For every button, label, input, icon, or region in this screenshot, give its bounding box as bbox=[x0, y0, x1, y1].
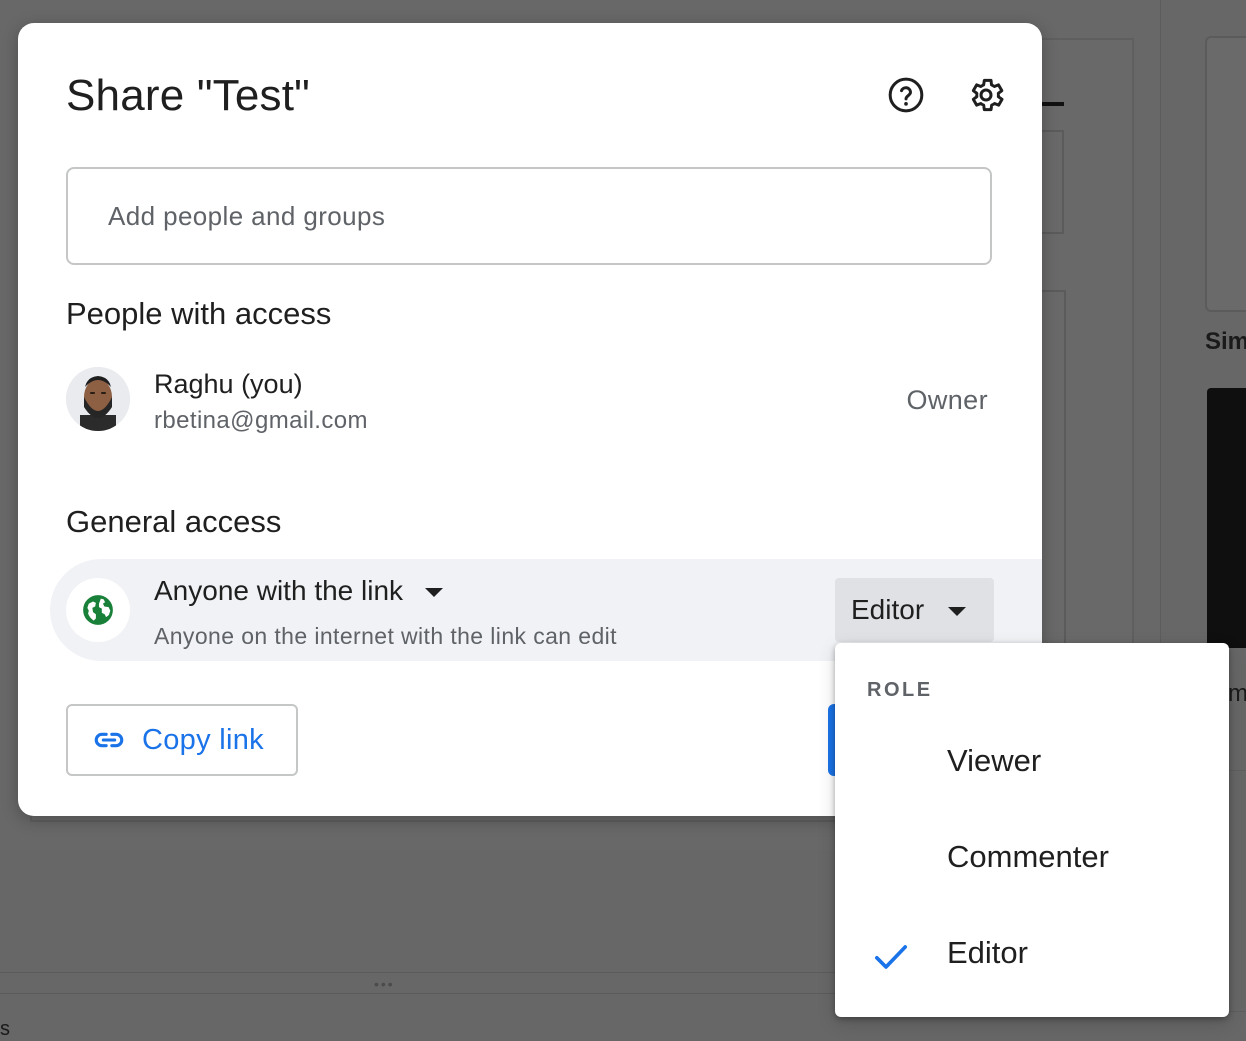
settings-button[interactable] bbox=[962, 71, 1010, 119]
background-video-thumbnail bbox=[1207, 388, 1246, 648]
background-side-label: m bbox=[1228, 680, 1246, 707]
avatar-image bbox=[66, 367, 130, 431]
general-access-heading: General access bbox=[66, 504, 282, 539]
add-people-input[interactable] bbox=[66, 167, 992, 265]
copy-link-button[interactable]: Copy link bbox=[66, 704, 298, 776]
role-menu-header: ROLE bbox=[867, 679, 933, 701]
avatar bbox=[66, 367, 130, 431]
gear-icon bbox=[971, 78, 1004, 112]
caret-down-icon bbox=[948, 606, 967, 616]
people-with-access-heading: People with access bbox=[66, 296, 332, 331]
access-role-dropdown[interactable]: Editor bbox=[835, 578, 994, 642]
person-name: Raghu (you) bbox=[154, 369, 303, 399]
role-option-label: Commenter bbox=[947, 839, 1109, 874]
background-side-card bbox=[1205, 36, 1246, 312]
link-icon bbox=[94, 732, 124, 748]
background-bottom-label: s bbox=[0, 1018, 10, 1040]
access-scope-label: Anyone with the link bbox=[154, 575, 404, 606]
help-circle-icon bbox=[888, 77, 924, 113]
copy-link-label: Copy link bbox=[142, 723, 264, 756]
person-role: Owner bbox=[906, 385, 988, 415]
background-side-label: Sim bbox=[1205, 328, 1246, 355]
role-option-commenter[interactable]: Commenter bbox=[835, 811, 1229, 907]
access-scope-dropdown[interactable]: Anyone with the link bbox=[154, 575, 444, 607]
person-email: rbetina@gmail.com bbox=[154, 407, 368, 434]
globe-icon bbox=[83, 595, 113, 625]
role-option-label: Editor bbox=[947, 935, 1028, 970]
access-role-label: Editor bbox=[851, 594, 925, 625]
role-menu: ROLE Viewer Commenter Editor bbox=[835, 643, 1229, 1017]
role-option-label: Viewer bbox=[947, 743, 1042, 778]
globe-icon-container bbox=[66, 578, 130, 642]
role-option-editor[interactable]: Editor bbox=[835, 907, 1229, 1003]
person-row: Raghu (you) rbetina@gmail.com Owner bbox=[66, 367, 992, 437]
checkmark-icon bbox=[875, 945, 907, 969]
access-description: Anyone on the internet with the link can… bbox=[154, 623, 617, 649]
help-button[interactable] bbox=[882, 71, 930, 119]
background-rule bbox=[1042, 102, 1064, 106]
dialog-title: Share "Test" bbox=[66, 71, 310, 120]
caret-down-icon bbox=[425, 587, 444, 597]
background-frame bbox=[1040, 130, 1064, 234]
role-option-viewer[interactable]: Viewer bbox=[835, 715, 1229, 811]
resize-handle-dots: ••• bbox=[374, 976, 395, 992]
